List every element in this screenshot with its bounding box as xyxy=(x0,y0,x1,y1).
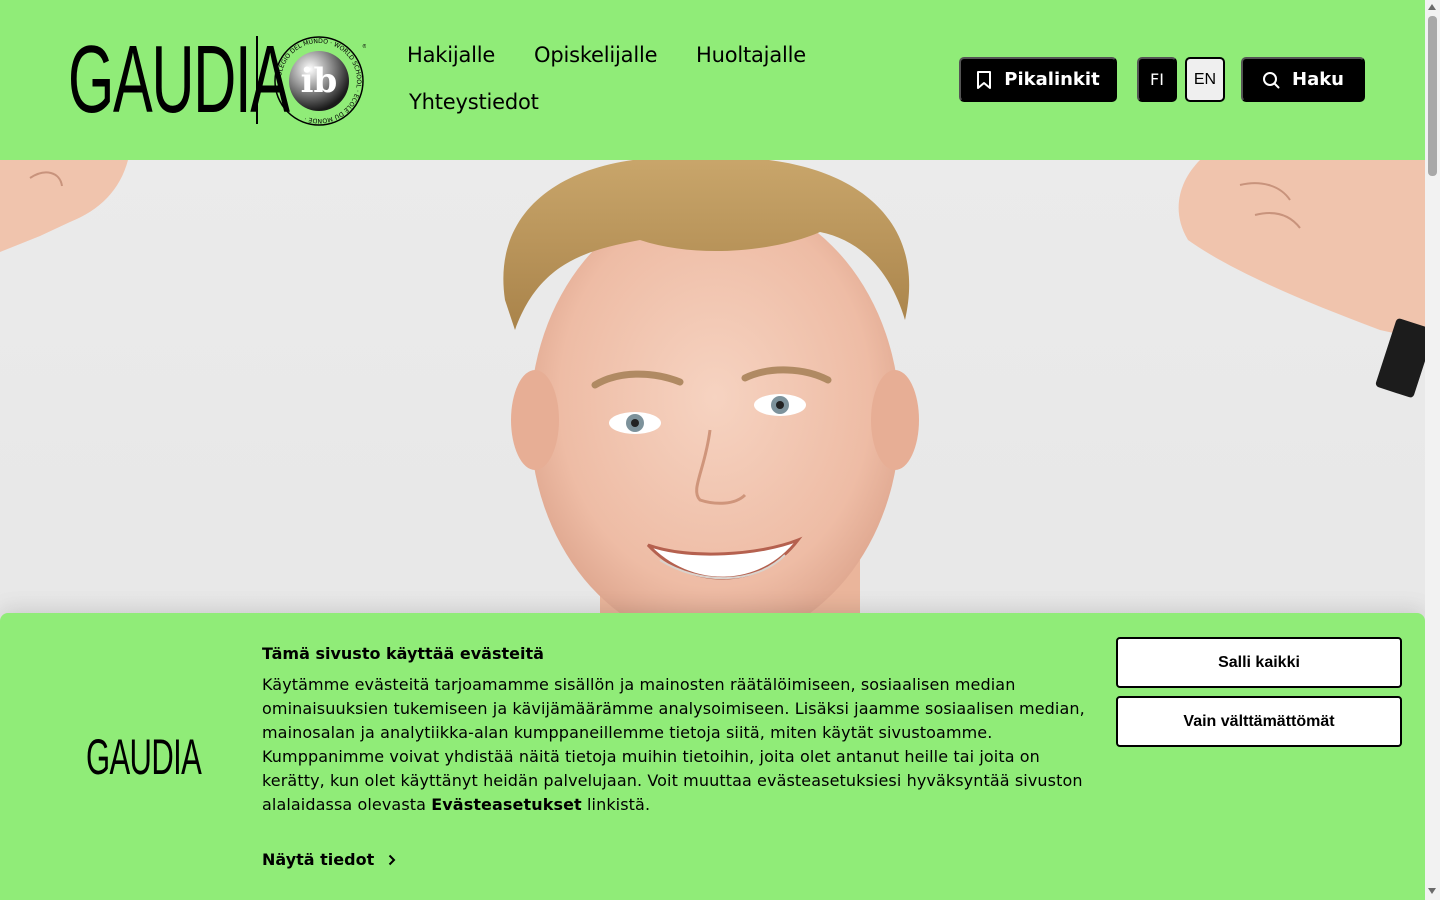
ib-world-school-logo[interactable]: COLEGIO DEL MUNDO · WORLD SCHOOL · ÉCOLE… xyxy=(272,34,366,128)
allow-all-button[interactable]: Salli kaikki xyxy=(1116,637,1402,688)
gaudia-logo[interactable]: GAUDIA xyxy=(68,32,290,128)
cookie-banner-title: Tämä sivusto käyttää evästeitä xyxy=(262,644,544,663)
svg-text:®: ® xyxy=(362,43,366,50)
cookie-banner-body: Käytämme evästeitä tarjoamamme sisällön … xyxy=(262,675,1085,814)
quicklinks-label: Pikalinkit xyxy=(1004,69,1100,90)
scroll-down-arrow-icon[interactable] xyxy=(1428,888,1436,894)
lang-fi-button[interactable]: FI xyxy=(1137,57,1177,102)
nav-hakijalle[interactable]: Hakijalle xyxy=(407,43,495,67)
show-details-link[interactable]: Näytä tiedot xyxy=(262,850,396,869)
chevron-right-icon xyxy=(389,854,396,865)
scroll-thumb[interactable] xyxy=(1428,16,1437,176)
search-button[interactable]: Haku xyxy=(1241,57,1365,102)
nav-huoltajalle[interactable]: Huoltajalle xyxy=(696,43,806,67)
quicklinks-button[interactable]: Pikalinkit xyxy=(959,57,1117,102)
search-icon xyxy=(1263,71,1280,88)
bookmark-icon xyxy=(977,70,992,89)
svg-text:ib: ib xyxy=(301,61,338,101)
site-header: GAUDIA COLEGIO DEL MUNDO · WORLD SCHOOL … xyxy=(0,0,1425,160)
scroll-up-arrow-icon[interactable] xyxy=(1428,4,1436,10)
cookie-banner-logo: GAUDIA xyxy=(86,729,202,785)
nav-yhteystiedot[interactable]: Yhteystiedot xyxy=(409,90,539,114)
page-scrollbar[interactable] xyxy=(1425,0,1440,900)
nav-opiskelijalle[interactable]: Opiskelijalle xyxy=(534,43,658,67)
lang-en-button[interactable]: EN xyxy=(1185,57,1225,102)
cookie-settings-link[interactable]: Evästeasetukset xyxy=(431,795,582,814)
logo-divider xyxy=(256,36,258,124)
necessary-only-button[interactable]: Vain välttämättömät xyxy=(1116,696,1402,747)
search-label: Haku xyxy=(1292,69,1344,90)
